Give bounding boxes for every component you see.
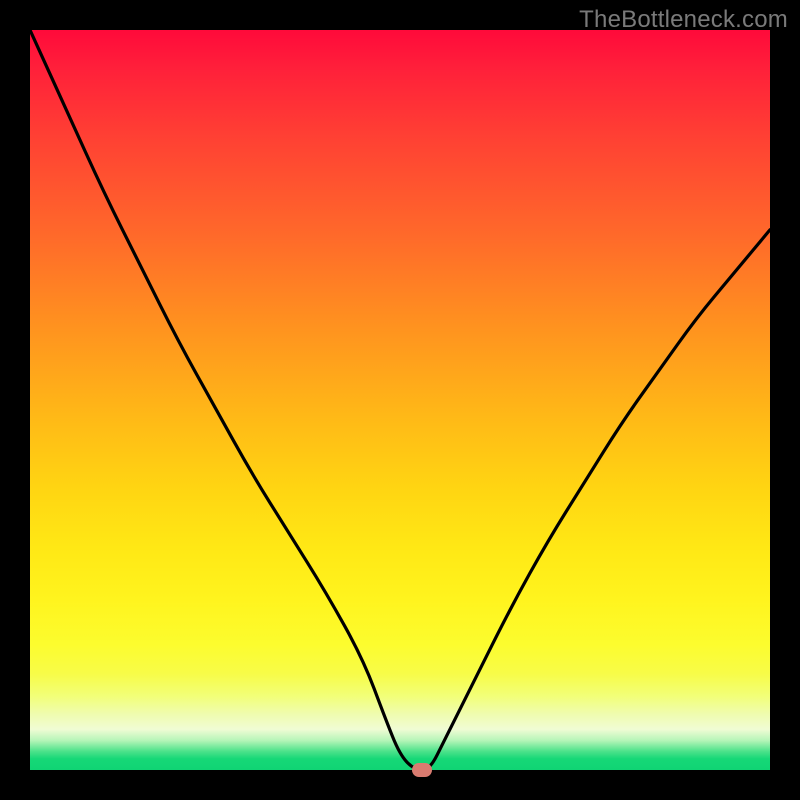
plot-area: [30, 30, 770, 770]
watermark-text: TheBottleneck.com: [579, 6, 788, 34]
bottleneck-curve: [30, 30, 770, 770]
optimal-point-marker: [412, 763, 432, 777]
chart-container: TheBottleneck.com: [0, 0, 800, 800]
